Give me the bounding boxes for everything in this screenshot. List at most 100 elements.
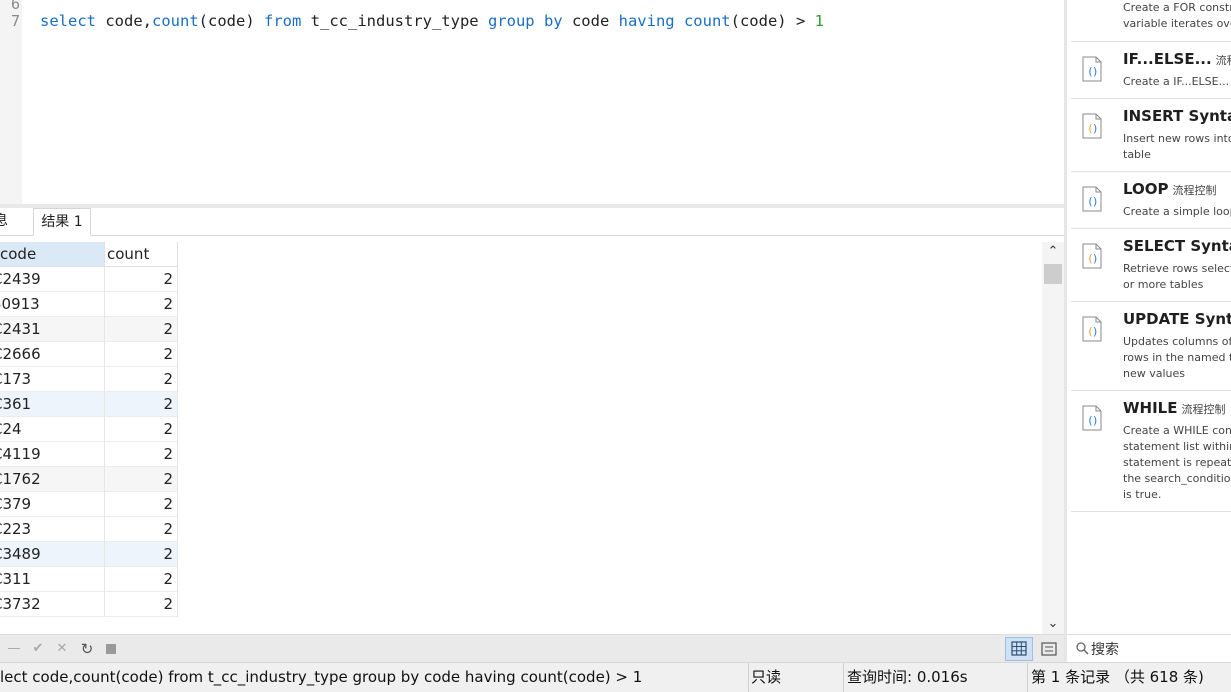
cell-code[interactable]: C3489 — [0, 542, 105, 567]
table-row[interactable]: C41192 — [0, 442, 178, 467]
sql-code-line[interactable]: select code,count(code) from t_cc_indust… — [40, 11, 824, 31]
grid-rows: C24392309132C24312C26662C1732C3612C242C4… — [0, 267, 178, 617]
cell-count[interactable]: 2 — [105, 517, 178, 542]
grid-toolbar: — ✔ ✕ ↻ — [0, 634, 1064, 662]
snippet-item[interactable]: () WHILE 流程控制 Create a WHILE cons statement … — [1071, 391, 1231, 512]
cell-count[interactable]: 2 — [105, 442, 178, 467]
snippet-description-line: statement is repeatec — [1123, 456, 1231, 469]
discard-changes-icon[interactable]: ✕ — [52, 639, 72, 659]
table-row[interactable]: C24312 — [0, 317, 178, 342]
snippet-category-tag: 流程控 — [1215, 54, 1231, 67]
cell-count[interactable]: 2 — [105, 417, 178, 442]
cell-code[interactable]: C4119 — [0, 442, 105, 467]
cell-code[interactable]: 30913 — [0, 292, 105, 317]
sql-number: 1 — [814, 12, 824, 30]
table-row[interactable]: 309132 — [0, 292, 178, 317]
sql-text: (code) > — [730, 12, 815, 30]
sql-keyword: having — [618, 12, 675, 30]
search-icon — [1076, 642, 1089, 655]
delete-record-icon[interactable]: — — [4, 639, 24, 659]
table-row[interactable]: C3792 — [0, 492, 178, 517]
cell-code[interactable]: C2439 — [0, 267, 105, 292]
table-row[interactable]: C17622 — [0, 467, 178, 492]
cell-code[interactable]: C173 — [0, 367, 105, 392]
scroll-down-icon[interactable]: ⌄ — [1042, 614, 1064, 634]
column-header-code[interactable]: code — [0, 242, 105, 267]
sql-keyword: from — [264, 12, 302, 30]
result-tab-bar: 息 结果 1 — [0, 208, 1064, 236]
table-row[interactable]: C1732 — [0, 367, 178, 392]
snippet-file-icon: () — [1082, 243, 1102, 269]
snippet-description-line: Create a IF...ELSE... co — [1123, 75, 1231, 88]
snippet-description-line: or more tables — [1123, 278, 1204, 291]
table-row[interactable]: C3112 — [0, 567, 178, 592]
vertical-scrollbar[interactable]: ⌃ ⌄ — [1042, 242, 1064, 634]
cell-code[interactable]: C311 — [0, 567, 105, 592]
snippet-title: UPDATE Synta — [1123, 310, 1231, 328]
table-row[interactable]: C26662 — [0, 342, 178, 367]
snippet-item[interactable]: () UPDATE Synta Updates columns of rows in … — [1071, 302, 1231, 391]
snippet-category-tag: 流程控制 — [1172, 184, 1217, 197]
snippet-item[interactable]: Create a FOR constru variable iterates ov… — [1071, 0, 1231, 42]
table-row[interactable]: C24392 — [0, 267, 178, 292]
snippet-category-tag: 流程控制 — [1181, 403, 1226, 416]
line-number: 7 — [10, 12, 20, 30]
cell-code[interactable]: C223 — [0, 517, 105, 542]
result-grid[interactable]: code count C24392309132C24312C26662C1732… — [0, 236, 1042, 634]
snippet-description: Insert new rows into table — [1123, 131, 1231, 163]
tab-result-1[interactable]: 结果 1 — [33, 208, 91, 236]
cell-count[interactable]: 2 — [105, 542, 178, 567]
tab-info[interactable]: 息 — [0, 208, 32, 236]
table-row[interactable]: C242 — [0, 417, 178, 442]
snippet-description: Create a WHILE cons statement list within… — [1123, 423, 1231, 503]
cell-code[interactable]: C1762 — [0, 467, 105, 492]
cell-count[interactable]: 2 — [105, 392, 178, 417]
cell-count[interactable]: 2 — [105, 467, 178, 492]
scrollbar-thumb[interactable] — [1044, 264, 1062, 284]
snippet-description-line: table — [1123, 148, 1151, 161]
snippet-title: LOOP 流程控制 — [1123, 180, 1217, 198]
cell-code[interactable]: C3732 — [0, 592, 105, 617]
status-record-count: 第 1 条记录 （共 618 条) — [1027, 663, 1231, 692]
snippet-title-text: SELECT Syntax — [1123, 237, 1231, 255]
cell-code[interactable]: C379 — [0, 492, 105, 517]
table-row[interactable]: C37322 — [0, 592, 178, 617]
cell-count[interactable]: 2 — [105, 292, 178, 317]
snippet-file-icon: () — [1082, 113, 1102, 139]
cell-count[interactable]: 2 — [105, 492, 178, 517]
svg-text:): ) — [1092, 195, 1099, 208]
sql-text: code, — [96, 12, 152, 30]
code-snippet-panel: Create a FOR constru variable iterates ov… — [1067, 0, 1231, 634]
snippet-item[interactable]: () LOOP 流程控制 Create a simple loop — [1071, 172, 1231, 229]
cell-count[interactable]: 2 — [105, 342, 178, 367]
svg-text:): ) — [1092, 65, 1099, 78]
cell-code[interactable]: C2431 — [0, 317, 105, 342]
snippet-item[interactable]: () IF...ELSE...流程控 Create a IF...ELSE... c… — [1071, 42, 1231, 99]
scroll-up-icon[interactable]: ⌃ — [1042, 242, 1064, 262]
apply-changes-icon[interactable]: ✔ — [28, 639, 48, 659]
svg-text:): ) — [1092, 414, 1099, 427]
cell-code[interactable]: C2666 — [0, 342, 105, 367]
snippet-item[interactable]: () INSERT Syntax Insert new rows into table — [1071, 99, 1231, 172]
table-row[interactable]: C3612 — [0, 392, 178, 417]
table-row[interactable]: C34892 — [0, 542, 178, 567]
cell-count[interactable]: 2 — [105, 317, 178, 342]
cell-count[interactable]: 2 — [105, 267, 178, 292]
snippet-search-input[interactable]: 搜索 — [1067, 634, 1231, 662]
cell-code[interactable]: C24 — [0, 417, 105, 442]
table-row[interactable]: C2232 — [0, 517, 178, 542]
cell-count[interactable]: 2 — [105, 567, 178, 592]
form-view-icon[interactable] — [1037, 637, 1061, 661]
grid-view-icon[interactable] — [1005, 637, 1033, 661]
refresh-icon[interactable]: ↻ — [77, 639, 97, 659]
snippet-item[interactable]: () SELECT Syntax Retrieve rows selecte or m… — [1071, 229, 1231, 302]
cell-code[interactable]: C361 — [0, 392, 105, 417]
stop-icon[interactable] — [101, 639, 121, 659]
snippet-description-line: the search_condition — [1123, 472, 1231, 485]
column-header-count[interactable]: count — [105, 242, 178, 267]
sql-editor[interactable]: 6 7 select code,count(code) from t_cc_in… — [0, 0, 1064, 204]
snippet-description-line: rows in the named ta — [1123, 351, 1231, 364]
cell-count[interactable]: 2 — [105, 592, 178, 617]
cell-count[interactable]: 2 — [105, 367, 178, 392]
